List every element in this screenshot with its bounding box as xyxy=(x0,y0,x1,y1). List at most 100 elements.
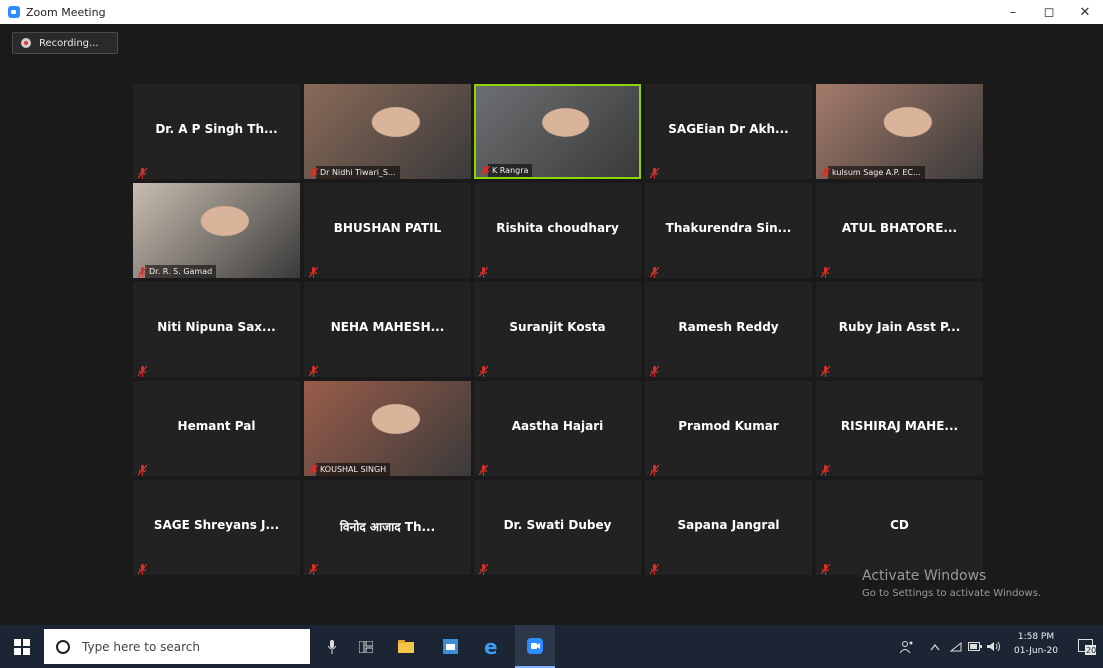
participant-name: Pramod Kumar xyxy=(678,419,779,433)
participant-tile[interactable]: विनोद आजाद Th... xyxy=(304,480,471,575)
participant-name: Dr. Swati Dubey xyxy=(503,518,612,532)
muted-mic-icon xyxy=(649,263,660,278)
participant-tile[interactable]: Dr. Swati Dubey xyxy=(474,480,641,575)
muted-mic-icon xyxy=(308,560,319,575)
muted-mic-icon xyxy=(480,162,491,177)
participant-tile[interactable]: BHUSHAN PATIL xyxy=(304,183,471,278)
muted-mic-icon xyxy=(478,362,489,377)
participant-tile[interactable]: Dr. A P Singh Th... xyxy=(133,84,300,179)
participant-tile[interactable]: CD xyxy=(816,480,983,575)
participant-name: Niti Nipuna Sax... xyxy=(157,320,276,334)
muted-mic-icon xyxy=(649,164,660,179)
svg-text:20: 20 xyxy=(1086,646,1096,655)
participant-name: SAGE Shreyans J... xyxy=(153,518,280,532)
muted-mic-icon xyxy=(820,560,831,575)
minimize-button[interactable]: – xyxy=(995,0,1031,24)
recording-label: Recording... xyxy=(39,37,99,49)
activate-windows-watermark: Activate Windows Go to Settings to activ… xyxy=(862,568,1041,599)
participant-tile[interactable]: Sapana Jangral xyxy=(645,480,812,575)
participant-name: Rishita choudhary xyxy=(496,221,619,235)
participant-name: Dr Nidhi Tiwari_S... xyxy=(316,166,400,179)
muted-mic-icon xyxy=(478,560,489,575)
participant-tile[interactable]: NEHA MAHESH... xyxy=(304,282,471,377)
participant-name: BHUSHAN PATIL xyxy=(333,221,442,235)
network-icon[interactable] xyxy=(950,625,962,668)
chevron-up-icon[interactable] xyxy=(930,625,940,668)
participant-name: Sapana Jangral xyxy=(677,518,780,532)
participant-tile[interactable]: Dr Nidhi Tiwari_S... xyxy=(304,84,471,179)
muted-mic-icon xyxy=(820,263,831,278)
muted-mic-icon xyxy=(649,560,660,575)
cortana-icon xyxy=(56,639,70,654)
zoom-logo-icon xyxy=(8,6,20,18)
participant-name: kulsum Sage A.P. EC... xyxy=(828,166,925,179)
clock[interactable]: 1:58 PM 01-Jun-20 xyxy=(1005,630,1067,658)
participant-name: Dr. R. S. Gamad xyxy=(145,265,217,278)
participant-name: ATUL BHATORE... xyxy=(841,221,958,235)
people-icon[interactable] xyxy=(900,625,914,668)
participant-name: Suranjit Kosta xyxy=(509,320,606,334)
participant-name: Thakurendra Sin... xyxy=(665,221,792,235)
action-center-button[interactable]: 20 xyxy=(1072,625,1102,668)
participant-tile[interactable]: ATUL BHATORE... xyxy=(816,183,983,278)
clock-time: 1:58 PM xyxy=(1017,632,1055,642)
participant-name: NEHA MAHESH... xyxy=(330,320,445,334)
participant-name: CD xyxy=(890,518,909,532)
windows-taskbar: Type here to search e 1:58 PM 01-Jun-20 … xyxy=(0,625,1103,668)
title-bar: Zoom Meeting – ◻ ✕ xyxy=(0,0,1103,24)
zoom-window: Zoom Meeting – ◻ ✕ Recording... Dr. A P … xyxy=(0,0,1103,668)
taskbar-search-box[interactable]: Type here to search xyxy=(44,629,310,664)
muted-mic-icon xyxy=(820,461,831,476)
participant-video xyxy=(304,381,471,476)
svg-text:e: e xyxy=(484,638,498,656)
muted-mic-icon xyxy=(820,362,831,377)
close-button[interactable]: ✕ xyxy=(1067,0,1103,24)
participant-tile[interactable]: KOUSHAL SINGH xyxy=(304,381,471,476)
notification-icon: 20 xyxy=(1078,638,1096,655)
battery-icon[interactable] xyxy=(968,625,982,668)
file-explorer-icon[interactable] xyxy=(386,625,426,668)
maximize-button[interactable]: ◻ xyxy=(1031,0,1067,24)
participant-name: K Rangra xyxy=(488,164,533,177)
muted-mic-icon xyxy=(137,560,148,575)
store-icon[interactable] xyxy=(430,625,470,668)
participant-tile[interactable]: Ruby Jain Asst P... xyxy=(816,282,983,377)
participant-tile[interactable]: Hemant Pal xyxy=(133,381,300,476)
recording-indicator[interactable]: Recording... xyxy=(12,32,118,54)
meeting-area: Recording... Dr. A P Singh Th... Dr Nidhi… xyxy=(0,24,1103,625)
participant-tile[interactable]: RISHIRAJ MAHE... xyxy=(816,381,983,476)
muted-mic-icon xyxy=(649,362,660,377)
watermark-subtitle: Go to Settings to activate Windows. xyxy=(862,588,1042,599)
muted-mic-icon xyxy=(308,164,319,179)
participant-name: विनोद आजाद Th... xyxy=(339,520,436,534)
muted-mic-icon xyxy=(478,263,489,278)
record-icon xyxy=(21,38,31,48)
windows-logo-icon xyxy=(14,638,30,655)
participant-name: RISHIRAJ MAHE... xyxy=(840,419,959,433)
participant-tile[interactable]: kulsum Sage A.P. EC... xyxy=(816,84,983,179)
volume-icon[interactable] xyxy=(987,625,1001,668)
participant-tile[interactable]: Dr. R. S. Gamad xyxy=(133,183,300,278)
muted-mic-icon xyxy=(137,263,148,278)
zoom-app-icon[interactable] xyxy=(515,625,555,668)
participant-tile[interactable]: Suranjit Kosta xyxy=(474,282,641,377)
participant-tile[interactable]: Thakurendra Sin... xyxy=(645,183,812,278)
participant-tile[interactable]: Pramod Kumar xyxy=(645,381,812,476)
participant-tile[interactable]: K Rangra xyxy=(474,84,641,179)
participant-tile[interactable]: SAGEian Dr Akh... xyxy=(645,84,812,179)
participant-name: Dr. A P Singh Th... xyxy=(155,122,278,136)
participant-video xyxy=(304,84,471,179)
participant-tile[interactable]: SAGE Shreyans J... xyxy=(133,480,300,575)
muted-mic-icon xyxy=(137,164,148,179)
participant-name: KOUSHAL SINGH xyxy=(316,463,391,476)
participant-tile[interactable]: Niti Nipuna Sax... xyxy=(133,282,300,377)
start-button[interactable] xyxy=(0,625,44,668)
edge-browser-icon[interactable]: e xyxy=(472,625,512,668)
participant-tile[interactable]: Ramesh Reddy xyxy=(645,282,812,377)
participant-tile[interactable]: Aastha Hajari xyxy=(474,381,641,476)
clock-date: 01-Jun-20 xyxy=(1014,646,1058,656)
muted-mic-icon xyxy=(137,461,148,476)
task-view-icon[interactable] xyxy=(346,625,386,668)
participant-tile[interactable]: Rishita choudhary xyxy=(474,183,641,278)
muted-mic-icon xyxy=(308,461,319,476)
